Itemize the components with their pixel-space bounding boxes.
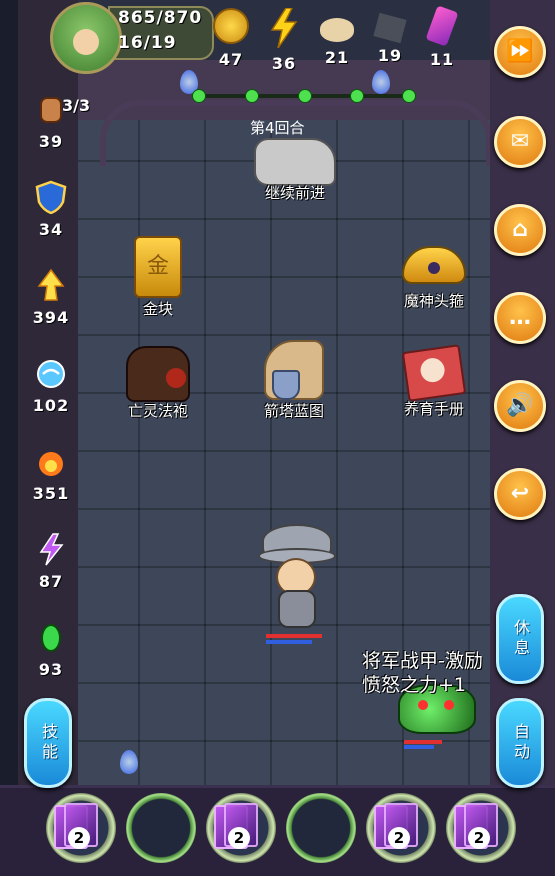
flame-arrow-icon	[35, 268, 67, 302]
skill-slot[interactable]: 2	[206, 793, 276, 863]
stat-fire: 351	[26, 444, 76, 503]
resource-gold: 47	[209, 8, 253, 69]
robe-icon	[126, 346, 190, 402]
card-count: 2	[68, 827, 90, 849]
robe-label: 亡灵法袍	[127, 402, 188, 420]
item-undead-robe[interactable]: 亡灵法袍	[120, 346, 196, 421]
buff-text-line1: 将军战甲-激励	[362, 650, 483, 672]
resource-ore: 19	[368, 8, 412, 65]
poison-icon	[35, 620, 67, 654]
card-count: 2	[388, 827, 410, 849]
stat-poison: 93	[26, 620, 76, 679]
progress-dot	[245, 89, 259, 103]
resource-crystal: 11	[420, 5, 464, 69]
hp-value: 865/870	[118, 8, 203, 28]
stat-lightning: 87	[26, 532, 76, 591]
hero-avatar[interactable]	[50, 2, 122, 74]
home-button[interactable]: ⌂	[494, 204, 546, 256]
shield-icon	[35, 180, 67, 215]
skill-slot-empty[interactable]	[126, 793, 196, 863]
progress-dot	[402, 89, 416, 103]
handbook-label: 养育手册	[403, 400, 464, 418]
chat-button[interactable]: …	[494, 292, 546, 344]
blue-flame-icon	[372, 70, 390, 94]
gold-coin-icon	[213, 8, 249, 44]
mail-button[interactable]: ✉	[494, 116, 546, 168]
circlet-icon	[402, 246, 466, 284]
return-button[interactable]: ↩	[494, 468, 546, 520]
return-icon: ↩	[510, 481, 530, 506]
fast-forward-icon: ⏩	[506, 39, 534, 64]
circlet-label: 魔神头箍	[403, 292, 464, 310]
home-icon: ⌂	[512, 217, 528, 242]
gold-bar-label: 金块	[142, 300, 173, 318]
gold-bar-icon: 金	[134, 236, 182, 298]
fire-icon	[35, 444, 67, 478]
progress-dot	[298, 89, 312, 103]
stat-defense: 34	[26, 180, 76, 239]
progress-dot	[350, 89, 364, 103]
ore-icon	[373, 12, 407, 44]
player-mp-bar	[266, 640, 312, 644]
player-hp-bar	[266, 634, 322, 638]
floor-value: 16/19	[118, 33, 177, 53]
lightning-strike-icon	[35, 532, 67, 566]
progress-dot	[192, 89, 206, 103]
mail-icon: ✉	[510, 129, 530, 154]
stat-wind: 102	[26, 356, 76, 415]
resource-food: 21	[315, 8, 359, 67]
item-gold-bar[interactable]: 金 金块	[128, 236, 188, 319]
blueprint-icon	[264, 340, 324, 400]
speaker-icon: 🔊	[506, 393, 534, 418]
skill-slot[interactable]: 2	[46, 793, 116, 863]
auto-button[interactable]: 自动	[496, 698, 544, 788]
stat-power: 394	[26, 268, 76, 327]
sound-button[interactable]: 🔊	[494, 380, 546, 432]
buff-text-line2: 愤怒之力+1	[362, 674, 467, 696]
item-arrow-tower-blueprint[interactable]: 箭塔蓝图	[256, 340, 332, 421]
enemy-hp-bar	[404, 740, 442, 744]
enemy-mp-bar	[404, 745, 434, 749]
crystal-icon	[425, 5, 459, 47]
fist-icon	[35, 92, 67, 126]
card-count: 2	[468, 827, 490, 849]
card-count: 2	[228, 827, 250, 849]
skill-slot[interactable]: 2	[446, 793, 516, 863]
handbook-icon	[401, 344, 467, 402]
continue-label: 继续前进	[264, 184, 325, 202]
lightning-icon	[266, 7, 302, 49]
item-demon-circlet[interactable]: 魔神头箍	[396, 246, 472, 311]
fast-forward-button[interactable]: ⏩	[494, 26, 546, 78]
blueprint-label: 箭塔蓝图	[263, 402, 324, 420]
blue-flame-icon	[120, 750, 138, 774]
skill-button[interactable]: 技能	[24, 698, 72, 788]
pointing-hand-icon	[254, 138, 336, 186]
bread-icon	[320, 18, 354, 42]
wind-icon	[35, 356, 67, 390]
round-label: 第4回合	[250, 119, 305, 137]
chat-icon: …	[509, 305, 531, 330]
skill-slot[interactable]: 2	[366, 793, 436, 863]
item-breeding-handbook[interactable]: 养育手册	[396, 344, 472, 419]
rest-button[interactable]: 休息	[496, 594, 544, 684]
skill-slot-empty[interactable]	[286, 793, 356, 863]
continue-forward[interactable]: 继续前进	[250, 138, 340, 203]
stat-attack: 39	[26, 92, 76, 151]
resource-energy: 36	[262, 7, 306, 73]
